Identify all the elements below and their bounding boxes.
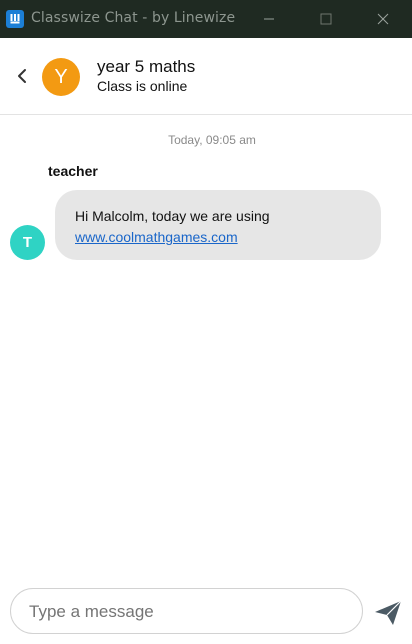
sender-avatar-initial: T [22, 234, 33, 251]
chevron-left-icon [18, 69, 26, 83]
maximize-icon [320, 13, 332, 25]
class-avatar: Y [42, 58, 80, 96]
back-button[interactable] [12, 65, 32, 87]
window-title: Classwize Chat - by Linewize [31, 10, 236, 26]
minimize-button[interactable] [240, 0, 298, 38]
send-button[interactable] [371, 596, 405, 630]
chat-title: year 5 maths [97, 57, 196, 76]
message-input[interactable] [27, 598, 351, 626]
message-text: Hi Malcolm, today we are using [75, 208, 270, 224]
message-sender: teacher [48, 163, 98, 179]
chat-window: Classwize Chat - by Linewize Y year 5 ma… [0, 0, 412, 644]
message-link[interactable]: www.coolmathgames.com [75, 229, 238, 245]
close-icon [377, 13, 389, 25]
chat-header: Y year 5 maths Class is online [0, 38, 412, 115]
message-composer [10, 588, 363, 634]
maximize-button[interactable] [297, 0, 355, 38]
class-avatar-initial: Y [54, 65, 68, 88]
send-icon [375, 600, 402, 625]
message-bubble: Hi Malcolm, today we are using www.coolm… [55, 190, 381, 260]
minimize-icon [264, 18, 274, 20]
close-button[interactable] [354, 0, 412, 38]
sender-avatar: T [10, 225, 45, 260]
linewize-app-icon [6, 10, 24, 28]
title-bar[interactable]: Classwize Chat - by Linewize [0, 0, 412, 38]
chat-status: Class is online [97, 78, 188, 94]
message-timestamp: Today, 09:05 am [168, 133, 256, 147]
